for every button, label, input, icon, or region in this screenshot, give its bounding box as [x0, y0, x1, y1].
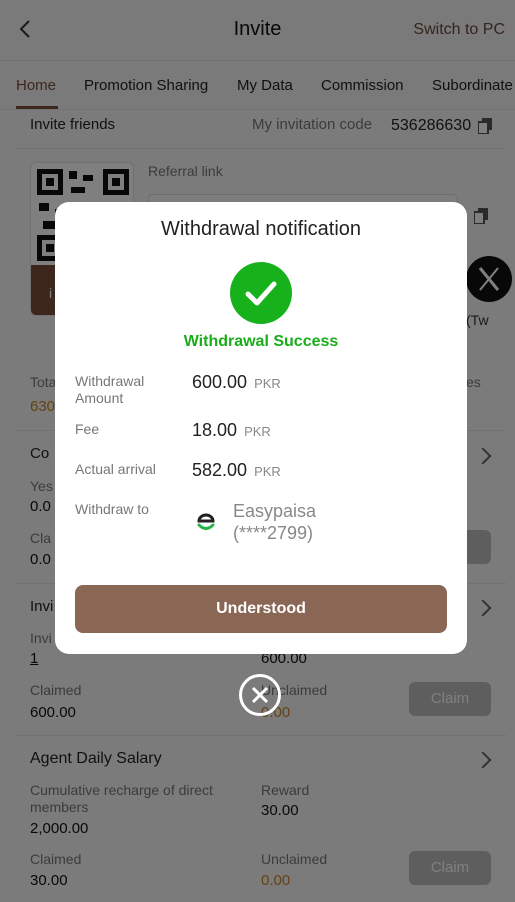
withdrawal-notification-dialog: Withdrawal notification Withdrawal Succe…: [55, 202, 467, 654]
withdraw-method: Easypaisa (****2799): [233, 500, 316, 544]
method-name: Easypaisa: [233, 501, 317, 521]
understood-button[interactable]: Understood: [75, 585, 447, 633]
fee-row: 18.00 PKR: [192, 420, 271, 441]
amount-label: Withdrawal Amount: [75, 373, 145, 406]
arrival-currency: PKR: [254, 464, 281, 479]
withdraw-to-label: Withdraw to: [75, 501, 149, 517]
dialog-title: Withdrawal notification: [160, 218, 362, 240]
arrival-label: Actual arrival: [75, 461, 156, 477]
arrival-row: 582.00 PKR: [192, 460, 281, 481]
method-account: (****2799): [233, 523, 314, 543]
arrival-value: 582.00: [192, 460, 248, 480]
amount-row: 600.00 PKR: [192, 372, 281, 393]
success-check-icon: [230, 262, 292, 324]
close-icon: [251, 686, 269, 704]
fee-value: 18.00: [192, 420, 238, 440]
easypaisa-logo-icon: [193, 508, 219, 534]
amount-currency: PKR: [254, 376, 281, 391]
amount-value: 600.00: [192, 372, 248, 392]
fee-currency: PKR: [244, 424, 271, 439]
withdrawal-status: Withdrawal Success: [183, 333, 339, 350]
fee-label: Fee: [75, 421, 100, 437]
close-dialog-button[interactable]: [239, 674, 281, 716]
